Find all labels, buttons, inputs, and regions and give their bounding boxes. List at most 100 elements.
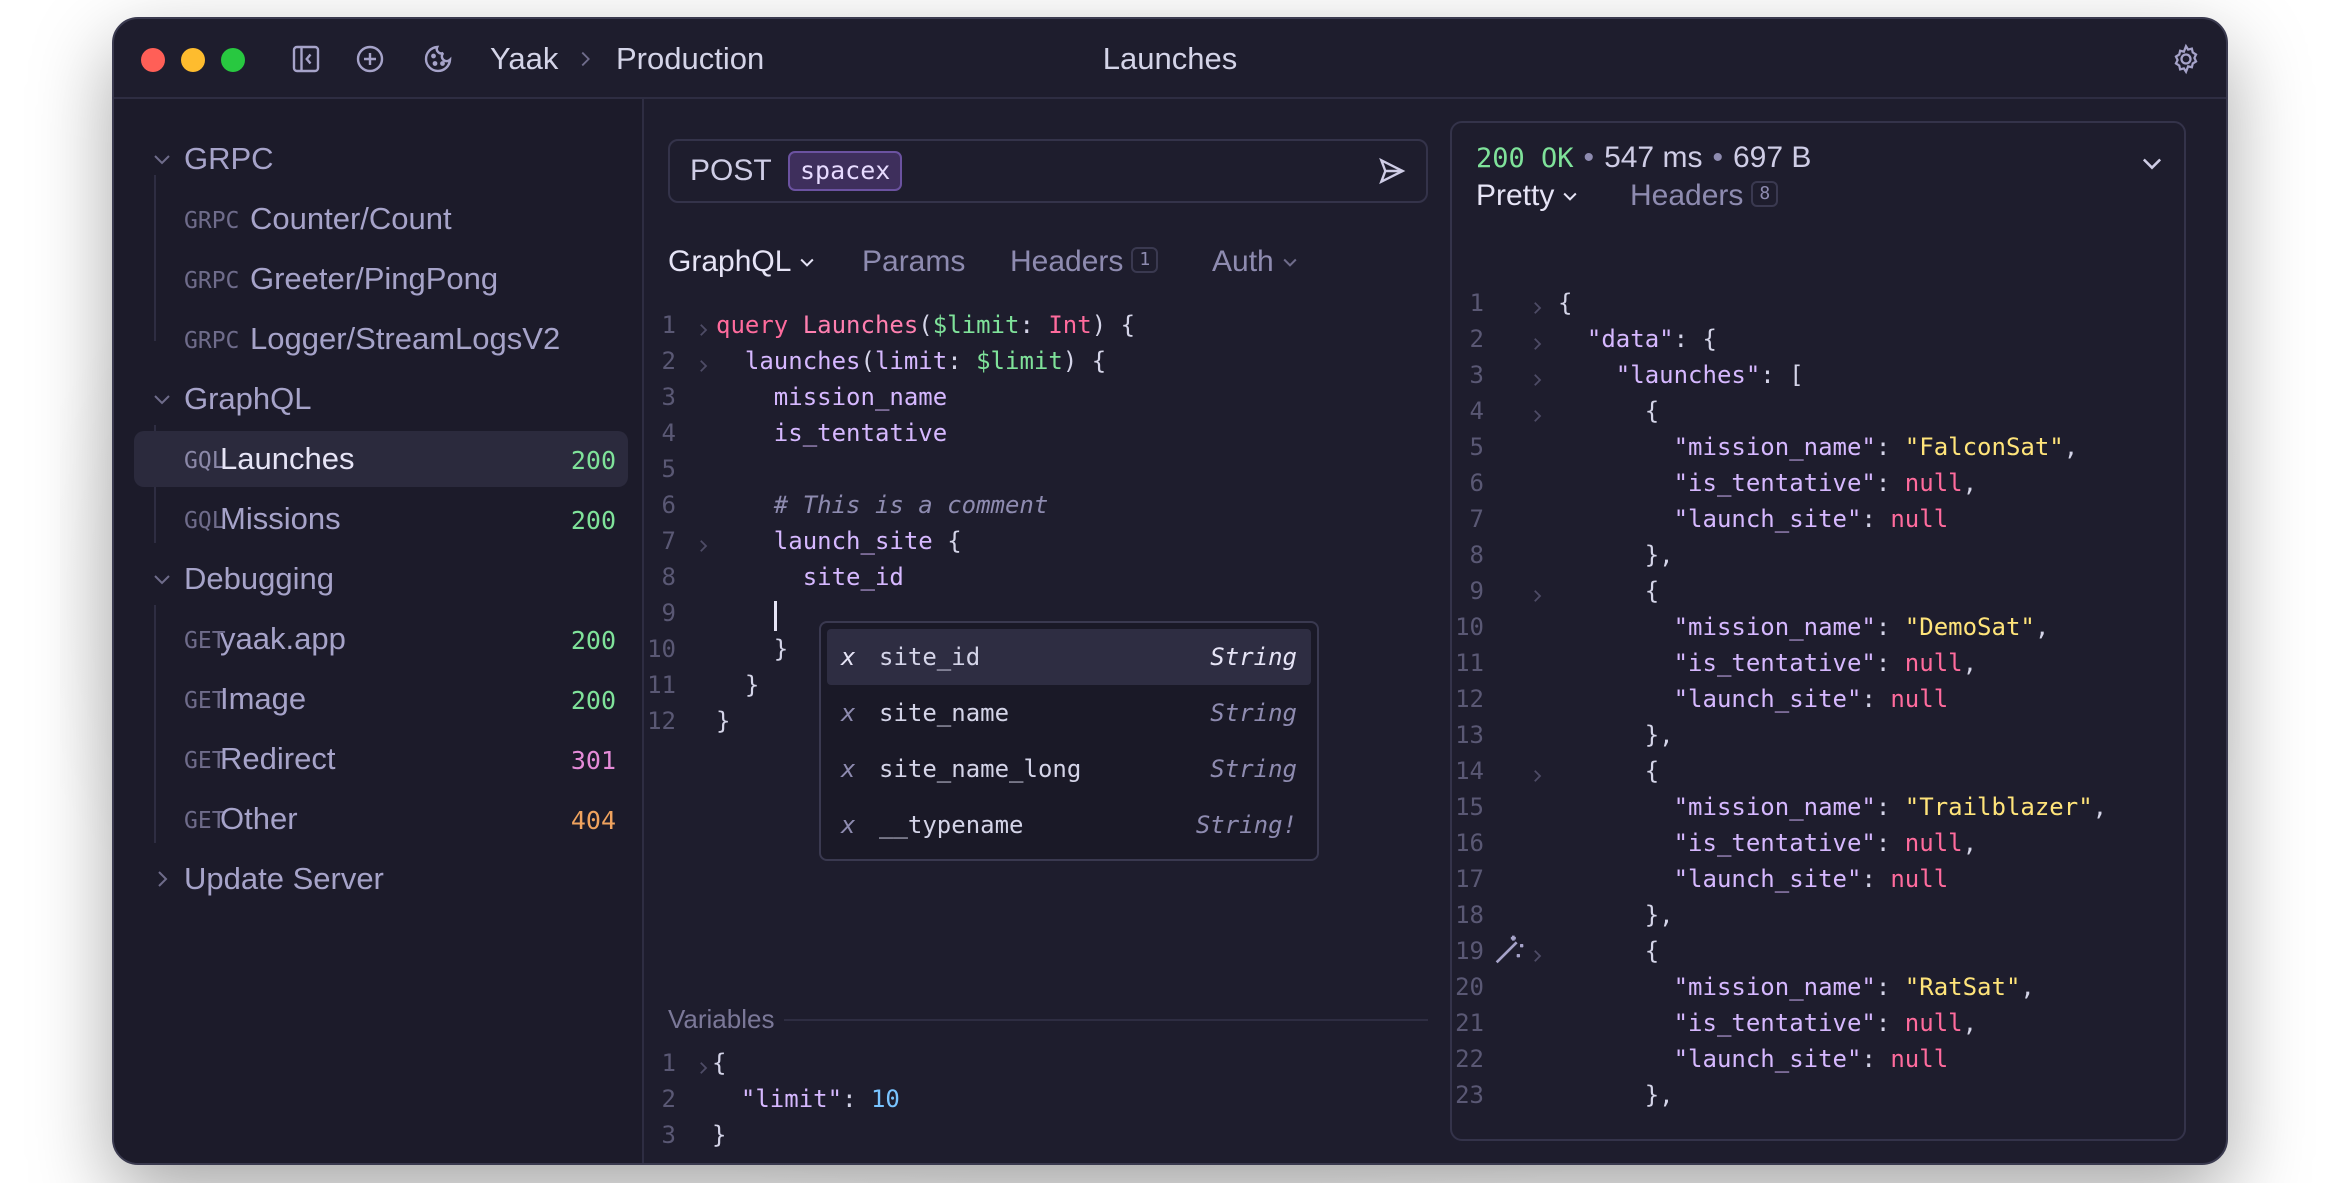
status-code: 200 [570, 446, 616, 475]
tab-pretty[interactable]: Pretty [1476, 179, 1580, 213]
response-pane: 200 OK • 547 ms • 697 B Pretty Headers 8 1 {2 … [1450, 121, 2186, 1141]
code-line: "is_tentative": null, [1673, 649, 1978, 677]
request-item-redirect[interactable]: GET Redirect 301 [134, 731, 628, 787]
line-number: 3 [661, 383, 676, 411]
request-item-image[interactable]: GET Image 200 [134, 671, 628, 727]
chevron-down-icon[interactable] [2138, 149, 2166, 177]
tab-params[interactable]: Params [862, 245, 965, 279]
title-bar: Yaak Production Launches [114, 19, 2226, 99]
autocomplete-item[interactable]: x site_id String [827, 629, 1311, 685]
code-line: "limit": 10 [740, 1085, 900, 1113]
code-line: { [1558, 577, 1660, 605]
autocomplete-item[interactable]: x __typename String! [827, 797, 1311, 853]
code-line: "mission_name": "RatSat", [1673, 973, 2035, 1001]
request-item-missions[interactable]: GQL Missions 200 [134, 491, 628, 547]
line-number: 1 [1469, 289, 1484, 317]
line-number: 8 [661, 563, 676, 591]
maximize-window-button[interactable] [221, 48, 245, 72]
line-number: 9 [661, 599, 676, 627]
line-number: 12 [647, 707, 676, 735]
line-number: 10 [647, 635, 676, 663]
variables-editor[interactable]: 1 {2 "limit": 10 3} [644, 1049, 1524, 1163]
fold-chevron-icon[interactable] [1528, 367, 1546, 386]
request-item-logger-streamlogs[interactable]: GRPC Logger/StreamLogsV2 [134, 311, 628, 367]
request-name: Launches [220, 441, 355, 476]
line-number: 3 [661, 1121, 676, 1149]
chevron-down-icon [154, 155, 170, 165]
fold-chevron-icon[interactable] [694, 533, 712, 552]
fold-chevron-icon[interactable] [1528, 943, 1546, 962]
folder-grpc[interactable]: GRPC [134, 131, 628, 187]
code-line: "launch_site": null [1673, 505, 1949, 533]
chevron-down-icon [154, 575, 170, 585]
code-line: "launch_site": null [1673, 865, 1949, 893]
code-line: }, [1558, 721, 1674, 749]
code-line: { [1558, 289, 1573, 317]
folder-graphql[interactable]: GraphQL [134, 371, 628, 427]
fold-chevron-icon[interactable] [694, 317, 712, 336]
url-variable-tag[interactable]: spacex [788, 151, 903, 191]
request-item-launches[interactable]: GQL Launches 200 [134, 431, 628, 487]
variables-section-title: Variables [668, 1004, 775, 1034]
folder-update-server[interactable]: Update Server [134, 851, 628, 907]
tab-headers[interactable]: Headers 1 [1010, 245, 1159, 279]
add-request-icon[interactable] [352, 41, 388, 77]
code-line: mission_name [773, 383, 948, 411]
line-number: 8 [1469, 541, 1484, 569]
close-window-button[interactable] [141, 48, 165, 72]
line-number: 4 [1469, 397, 1484, 425]
line-number: 2 [661, 1085, 676, 1113]
line-number: 20 [1455, 973, 1484, 1001]
code-line: launches(limit: $limit) { [744, 347, 1107, 375]
breadcrumb-chevron-icon [574, 41, 594, 78]
folder-label: Update Server [184, 861, 384, 896]
line-number: 14 [1455, 757, 1484, 785]
fold-chevron-icon[interactable] [1528, 403, 1546, 422]
toggle-sidebar-icon[interactable] [288, 41, 324, 77]
tab-auth[interactable]: Auth [1212, 245, 1300, 279]
fold-chevron-icon[interactable] [1528, 331, 1546, 350]
send-icon[interactable] [1376, 155, 1408, 187]
request-name: Other [220, 801, 298, 836]
headers-count-badge: 8 [1751, 181, 1779, 207]
fold-chevron-icon[interactable] [1528, 763, 1546, 782]
request-item-greeter-pingpong[interactable]: GRPC Greeter/PingPong [134, 251, 628, 307]
code-line: query Launches($limit: Int) { [716, 311, 1136, 339]
fold-chevron-icon[interactable] [694, 1055, 712, 1074]
minimize-window-button[interactable] [181, 48, 205, 72]
response-time: 547 ms [1604, 141, 1703, 174]
code-line: "data": { [1586, 325, 1717, 353]
line-number: 5 [1469, 433, 1484, 461]
chevron-down-icon [1563, 192, 1577, 201]
folder-debugging[interactable]: Debugging [134, 551, 628, 607]
cookie-icon[interactable] [420, 41, 456, 77]
code-line: "is_tentative": null, [1673, 469, 1978, 497]
code-line: is_tentative [773, 419, 948, 447]
fold-chevron-icon[interactable] [694, 353, 712, 372]
autocomplete-item[interactable]: x site_name_long String [827, 741, 1311, 797]
method-label: GRPC [184, 208, 240, 234]
window-title: Launches [1102, 41, 1238, 76]
code-line: }, [1558, 1081, 1674, 1109]
request-name: Image [220, 681, 307, 716]
url-bar[interactable]: POST spacex [668, 139, 1428, 203]
request-item-yaak-app[interactable]: GET yaak.app 200 [134, 611, 628, 667]
method-label: GRPC [184, 268, 240, 294]
status-code: 301 [570, 746, 616, 775]
line-number: 10 [1455, 613, 1484, 641]
workspace-breadcrumb[interactable]: Yaak [490, 41, 558, 77]
response-body-viewer[interactable]: 1 {2 "data": {3 "launches": [4 {5 "missio… [1452, 289, 2182, 1139]
settings-gear-icon[interactable] [2168, 41, 2204, 77]
response-status-bar: 200 OK • 547 ms • 697 B [1476, 141, 1812, 174]
tab-response-headers[interactable]: Headers 8 [1630, 179, 1779, 213]
http-method-select[interactable]: POST [690, 154, 772, 188]
code-line: "mission_name": "Trailblazer", [1673, 793, 2108, 821]
request-item-counter-count[interactable]: GRPC Counter/Count [134, 191, 628, 247]
autocomplete-item[interactable]: x site_name String [827, 685, 1311, 741]
line-number: 4 [661, 419, 676, 447]
environment-breadcrumb[interactable]: Production [616, 41, 764, 77]
fold-chevron-icon[interactable] [1528, 583, 1546, 602]
tab-graphql[interactable]: GraphQL [668, 245, 817, 279]
request-item-other[interactable]: GET Other 404 [134, 791, 628, 847]
fold-chevron-icon[interactable] [1528, 295, 1546, 314]
